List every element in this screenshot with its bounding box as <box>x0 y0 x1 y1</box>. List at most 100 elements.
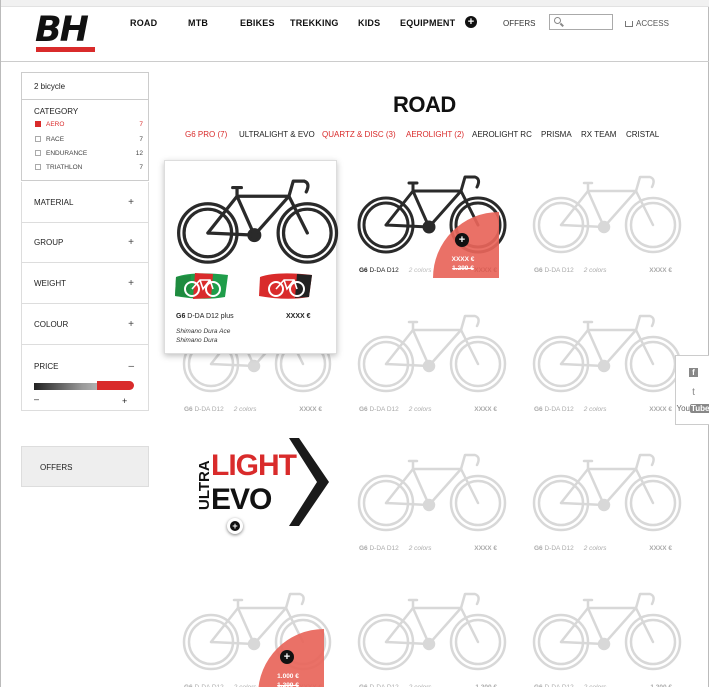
logo-underline <box>36 47 95 52</box>
product-card[interactable]: G6 D-DA D122 colors1.200 € <box>526 580 688 687</box>
facebook-link[interactable]: f <box>676 368 709 377</box>
nav-offers[interactable]: OFFERS <box>503 19 535 28</box>
filter-price: PRICE – <box>21 345 149 411</box>
product-card[interactable]: G6 D-DA D12 2 colors XXXX € <box>526 163 688 278</box>
bike-image <box>532 175 682 254</box>
product-card[interactable]: G6 D-DA D122 colors1.200 € <box>351 580 513 687</box>
featured-product-name: G6 D-DA D12 plus <box>176 313 234 320</box>
nav-kids[interactable]: KIDS <box>358 18 380 28</box>
nav-equipment[interactable]: EQUIPMENT <box>400 18 455 28</box>
groupset-item: Shimano Dura <box>176 337 218 344</box>
product-card[interactable]: G6 D-DA D12 2 colors XXXX € <box>526 302 688 417</box>
cart-icon <box>625 21 633 27</box>
search-icon <box>554 17 561 24</box>
page-title: ROAD <box>393 92 456 117</box>
product-card[interactable]: G6 D-DA D12 2 colors XXXX € <box>351 441 513 556</box>
filter-weight[interactable]: WEIGHT + <box>21 263 149 304</box>
product-model: G6 <box>359 267 368 274</box>
product-card[interactable]: G6 D-DA D12 2 colors XXXX € <box>526 441 688 556</box>
social-sidebar: f t YouTube <box>675 355 709 425</box>
product-variant: D-DA D12 <box>544 267 574 274</box>
subnav-aerolight-rc[interactable]: AEROLIGHT RC <box>472 130 532 139</box>
offers-button[interactable]: OFFERS <box>21 446 149 487</box>
ultralight-evo-banner[interactable]: ULTRA LIGHT EVO <box>191 430 331 530</box>
product-variant: D-DA D12 <box>369 545 399 552</box>
bike-image <box>357 314 507 393</box>
product-caption: G6 D-DA D12 2 colors XXXX € <box>359 406 509 413</box>
product-caption: G6 D-DA D12 2 colors XXXX € <box>359 545 509 552</box>
site-header: BH ROAD MTB EBIKES TREKKING KIDS EQUIPME… <box>1 0 709 62</box>
category-endurance[interactable]: ENDURANCE 12 <box>35 150 143 157</box>
color-option-red-icon[interactable] <box>257 269 315 301</box>
ultralight-more-button[interactable]: + <box>227 518 243 534</box>
product-variant: D-DA D12 <box>544 406 574 413</box>
nav-mtb[interactable]: MTB <box>188 18 208 28</box>
subnav-prisma[interactable]: PRISMA <box>541 130 572 139</box>
search-input[interactable] <box>549 14 613 30</box>
featured-product-card[interactable]: G6 D-DA D12 plus XXXX € Shimano Dura Ace… <box>164 160 339 354</box>
product-model: G6 <box>359 406 368 413</box>
price-slider-range[interactable] <box>97 381 134 390</box>
promo-price: 1.000 € <box>277 673 299 680</box>
product-price: XXXX € <box>474 545 497 552</box>
product-model: G6 <box>534 267 543 274</box>
plus-icon[interactable]: + <box>280 650 294 664</box>
checkbox-icon <box>35 150 41 156</box>
checkbox-icon <box>35 136 41 142</box>
category-aero[interactable]: AERO 7 <box>35 121 143 128</box>
filter-label: MATERIAL <box>34 198 74 207</box>
plus-icon[interactable]: + <box>455 233 469 247</box>
product-model: G6 <box>176 313 186 320</box>
promo-old-price: 1.299 € <box>277 682 299 687</box>
access-link[interactable]: ACCESS <box>625 19 669 28</box>
color-option-green-icon[interactable] <box>173 269 231 301</box>
nav-trekking[interactable]: TREKKING <box>290 18 339 28</box>
subnav-quartz-disc[interactable]: QUARTZ & DISC (3) <box>322 130 396 139</box>
page: BH ROAD MTB EBIKES TREKKING KIDS EQUIPME… <box>0 0 709 687</box>
nav-plus-icon[interactable]: + <box>465 16 477 28</box>
product-model: G6 <box>184 406 193 413</box>
product-caption: G6 D-DA D12 2 colors XXXX € <box>184 406 334 413</box>
product-model: G6 <box>534 406 543 413</box>
filter-material[interactable]: MATERIAL + <box>21 182 149 223</box>
product-colors: 2 colors <box>408 406 432 413</box>
bh-logo[interactable]: BH <box>35 13 89 48</box>
price-max-sign[interactable]: + <box>122 396 127 406</box>
product-colors: 2 colors <box>583 267 607 274</box>
product-variant: D-DA D12 <box>369 406 399 413</box>
result-count: 2 bicycle <box>34 82 66 91</box>
filter-group[interactable]: GROUP + <box>21 222 149 263</box>
category-label: RACE <box>46 136 65 143</box>
subnav-cristal[interactable]: CRISTAL <box>626 130 659 139</box>
featured-groupsets: Shimano Dura Ace Shimano Dura <box>176 327 230 345</box>
twitter-link[interactable]: t <box>676 387 709 398</box>
product-colors: 2 colors <box>583 406 607 413</box>
youtube-link[interactable]: YouTube <box>676 404 709 413</box>
category-race[interactable]: RACE 7 <box>35 136 143 143</box>
product-variant: D-DA D12 <box>194 406 224 413</box>
product-card[interactable]: G6 D-DA D12 2 colors XXXX € <box>351 302 513 417</box>
product-colors: 2 colors <box>583 545 607 552</box>
groupset-item: Shimano Dura Ace <box>176 328 231 335</box>
subnav-aerolight[interactable]: AEROLIGHT (2) <box>406 130 464 139</box>
product-price: XXXX € <box>299 406 322 413</box>
filter-label: COLOUR <box>34 320 69 329</box>
product-variant: D-DA D12 <box>369 267 399 274</box>
bike-image <box>532 314 682 393</box>
subnav-rx-team[interactable]: RX TEAM <box>581 130 616 139</box>
category-triathlon[interactable]: TRIATHLON 7 <box>35 164 143 171</box>
nav-road[interactable]: ROAD <box>130 18 157 28</box>
category-filter: CATEGORY AERO 7 RACE 7 ENDURANCE 12 TRIATHL… <box>21 99 149 181</box>
nav-ebikes[interactable]: EBIKES <box>240 18 275 28</box>
category-count: 7 <box>139 121 143 128</box>
subnav-g6-pro[interactable]: G6 PRO (7) <box>185 130 227 139</box>
category-count: 12 <box>135 150 143 157</box>
expand-icon: + <box>128 319 134 330</box>
access-label: ACCESS <box>636 19 669 28</box>
product-variant: D-DA D12 plus <box>187 313 234 320</box>
filter-colour[interactable]: COLOUR + <box>21 304 149 345</box>
light-text: LIGHT <box>211 449 297 482</box>
price-min-sign[interactable]: – <box>34 394 39 404</box>
result-count-box: 2 bicycle <box>21 72 149 100</box>
subnav-ultralight-evo[interactable]: ULTRALIGHT & EVO <box>239 130 315 139</box>
